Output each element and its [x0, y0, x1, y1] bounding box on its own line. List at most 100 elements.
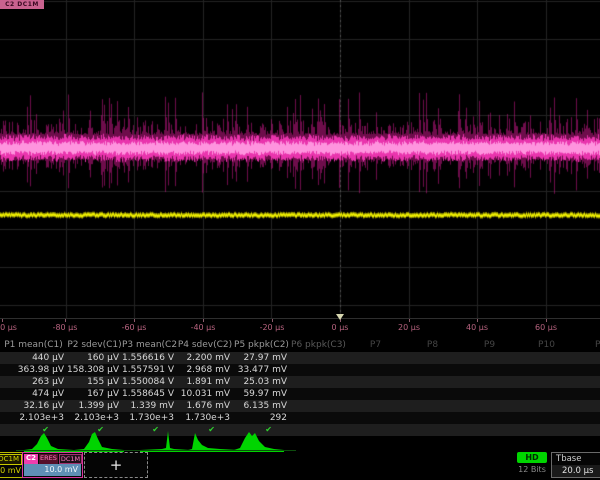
histicon-chart[interactable]: [138, 430, 192, 452]
param-header[interactable]: P1 mean(C1): [0, 338, 67, 352]
trigger-position-marker[interactable]: [336, 314, 344, 320]
axis-tick: [203, 319, 204, 322]
param-value: 1.550084 V: [122, 376, 177, 388]
table-row: 474 µV167 µV1.558645 V10.031 mV59.97 mV: [0, 388, 600, 400]
param-status-check-icon: [347, 424, 404, 436]
param-value: [347, 364, 404, 376]
param-value: [575, 376, 600, 388]
param-value: 10.031 mV: [177, 388, 233, 400]
param-value: 1.730e+3: [177, 412, 233, 424]
param-value: [461, 376, 518, 388]
param-value: [518, 376, 575, 388]
c2-coupling-badge: DC1M: [59, 454, 82, 464]
axis-tick-label: -100 µs: [0, 323, 17, 332]
param-value: 160 µV: [67, 352, 122, 364]
axis-tick-label: -20 µs: [260, 323, 285, 332]
axis-tick: [272, 319, 273, 322]
param-value: 33.477 mV: [233, 364, 290, 376]
param-value: [575, 412, 600, 424]
waveform-display[interactable]: [0, 0, 600, 318]
histicon-chart[interactable]: [72, 430, 126, 452]
axis-tick: [134, 319, 135, 322]
param-value: 25.03 mV: [233, 376, 290, 388]
timebase-descriptor[interactable]: Tbase 20.0 µs: [551, 452, 600, 478]
param-header[interactable]: P7: [347, 338, 404, 352]
hd-mode-badge[interactable]: HD: [517, 452, 547, 463]
param-value: [404, 400, 461, 412]
param-header[interactable]: P3 mean(C2): [122, 338, 177, 352]
param-value: [518, 412, 575, 424]
c2-channel-badge: C2: [24, 454, 38, 464]
axis-tick-label: 20 µs: [398, 323, 420, 332]
histicon-chart[interactable]: [22, 430, 76, 452]
param-value: [404, 364, 461, 376]
param-value: 2.200 mV: [177, 352, 233, 364]
param-value: [461, 352, 518, 364]
param-header[interactable]: P4 sdev(C2): [177, 338, 233, 352]
axis-tick-label: -40 µs: [191, 323, 216, 332]
param-status-check-icon: [404, 424, 461, 436]
param-value: [290, 388, 347, 400]
axis-tick-label: 0 µs: [332, 323, 349, 332]
histicon-baseline: [16, 450, 296, 451]
param-value: [461, 400, 518, 412]
param-value: 1.891 mV: [177, 376, 233, 388]
axis-tick-label: -80 µs: [53, 323, 78, 332]
axis-tick: [477, 319, 478, 322]
param-value: 167 µV: [67, 388, 122, 400]
param-header[interactable]: P2 sdev(C1): [67, 338, 122, 352]
param-value: 158.308 µV: [67, 364, 122, 376]
add-trace-button[interactable]: +: [84, 452, 148, 478]
param-header[interactable]: P11: [575, 338, 600, 352]
param-value: [461, 412, 518, 424]
param-value: [518, 400, 575, 412]
oscilloscope-screen: C2 DC1M -100 µs -80 µs -60 µs -40 µs -20 µs 0…: [0, 0, 600, 480]
param-value: 155 µV: [67, 376, 122, 388]
param-value: [290, 352, 347, 364]
param-value: 27.97 mV: [233, 352, 290, 364]
param-value: [461, 388, 518, 400]
histicon-chart[interactable]: [232, 430, 286, 452]
param-status-check-icon: [575, 424, 600, 436]
param-value: [347, 400, 404, 412]
table-row: 32.16 µV1.399 µV1.339 mV1.676 mV6.135 mV: [0, 400, 600, 412]
param-value: 6.135 mV: [233, 400, 290, 412]
param-value: [404, 376, 461, 388]
param-header[interactable]: P5 pkpk(C2): [233, 338, 290, 352]
c1-coupling-badge: DC1M: [0, 454, 22, 465]
param-header[interactable]: P8: [404, 338, 461, 352]
param-value: 1.730e+3: [122, 412, 177, 424]
table-row: 263 µV155 µV1.550084 V1.891 mV25.03 mV: [0, 376, 600, 388]
axis-tick-label: -60 µs: [122, 323, 147, 332]
param-value: 1.339 mV: [122, 400, 177, 412]
param-header[interactable]: P6 pkpk(C3): [290, 338, 347, 352]
param-value: 2.968 mV: [177, 364, 233, 376]
param-value: [290, 412, 347, 424]
param-header[interactable]: P9: [461, 338, 518, 352]
channel-c2-descriptor[interactable]: C2 ERES DC1M 10.0 mV: [22, 452, 83, 478]
param-value: [461, 364, 518, 376]
param-value: 263 µV: [0, 376, 67, 388]
param-value: 59.97 mV: [233, 388, 290, 400]
time-axis: -100 µs -80 µs -60 µs -40 µs -20 µs 0 µs 20 µs…: [0, 318, 600, 337]
param-value: [404, 352, 461, 364]
param-value: 1.399 µV: [67, 400, 122, 412]
param-value: [347, 376, 404, 388]
param-value: 1.557591 V: [122, 364, 177, 376]
axis-tick: [546, 319, 547, 322]
timebase-scale-value: 20.0 µs: [552, 465, 600, 477]
param-value: 474 µV: [0, 388, 67, 400]
param-header[interactable]: P10: [518, 338, 575, 352]
param-value: [575, 352, 600, 364]
measure-table: P1 mean(C1)P2 sdev(C1)P3 mean(C2)P4 sdev…: [0, 338, 600, 436]
param-value: [347, 412, 404, 424]
param-status-check-icon: [461, 424, 518, 436]
param-status-check-icon: [290, 424, 347, 436]
param-value: 1.556616 V: [122, 352, 177, 364]
param-value: 363.98 µV: [0, 364, 67, 376]
param-value: 1.558645 V: [122, 388, 177, 400]
trace-label-badge[interactable]: C2 DC1M: [0, 0, 44, 9]
timebase-title: Tbase: [552, 453, 600, 465]
table-row: 2.103e+32.103e+31.730e+31.730e+3292: [0, 412, 600, 424]
resolution-bits-label: 12 Bits: [511, 465, 553, 474]
